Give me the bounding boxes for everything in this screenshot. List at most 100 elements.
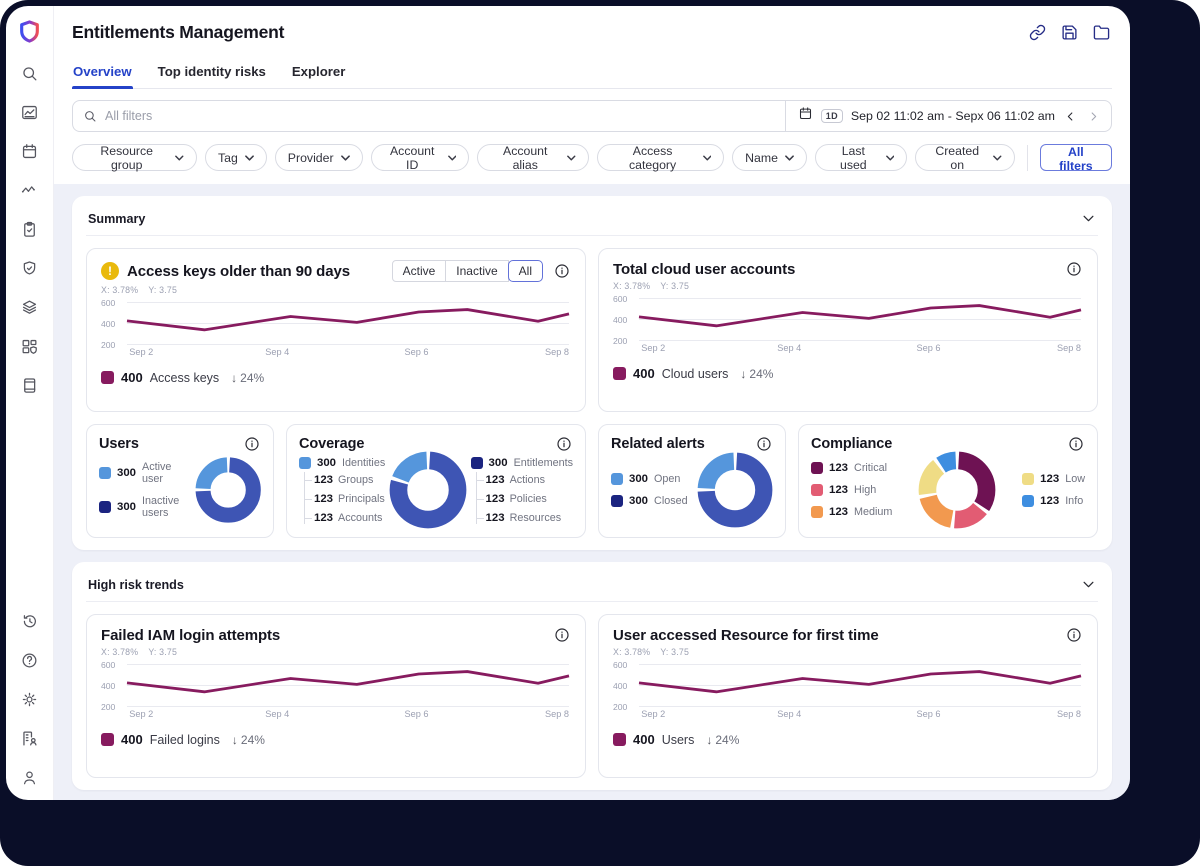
toggle-active[interactable]: Active [391, 260, 447, 282]
search-icon [85, 111, 96, 122]
legend-subitem: 123 Policies [476, 493, 573, 505]
legend-item: 123 Low [1022, 473, 1085, 485]
compliance-donut-chart [918, 451, 996, 529]
analytics-chart-icon[interactable] [19, 101, 41, 123]
chart-coordinates: X: 3.78% Y: 3.75 [613, 281, 690, 291]
sidebar-top-icons [19, 62, 41, 396]
legend-swatch [613, 733, 626, 746]
chevron-left-icon[interactable] [1063, 110, 1078, 123]
tab-overview[interactable]: Overview [72, 56, 133, 89]
legend-item: 123 High [811, 484, 892, 496]
card-title: Access keys older than 90 days [127, 262, 350, 280]
tab-label: Overview [73, 64, 132, 79]
help-icon[interactable] [19, 649, 41, 671]
card-header: ! Access keys older than 90 days Active … [101, 260, 571, 282]
search-box[interactable] [73, 101, 785, 131]
legend-swatch [613, 367, 626, 380]
legend-subtree: 123 Actions 123 Policies 123 Resources [475, 471, 573, 524]
card-title: User accessed Resource for first time [613, 626, 879, 644]
line-chart: 600 400 200 Sep 2 Sep 4 Sep 6 Sep 8 [101, 660, 569, 719]
search-input[interactable] [105, 109, 775, 123]
filter-chip-account-id[interactable]: Account ID [370, 143, 470, 172]
page-title: Entitlements Management [72, 21, 285, 42]
tab-explorer[interactable]: Explorer [291, 56, 347, 88]
legend-item: 300 Open [611, 473, 688, 485]
chart-legend: 400 Users ↓ 24% [613, 732, 1083, 747]
tab-label: Explorer [291, 64, 346, 79]
info-icon[interactable] [553, 262, 571, 280]
title-bar: Entitlements Management [54, 6, 1130, 52]
sidebar [6, 6, 54, 800]
folder-icon[interactable] [1093, 24, 1110, 41]
date-range-picker[interactable]: 1D Sep 02 11:02 am - Sepx 06 11:02 am [784, 101, 1111, 131]
high-risk-section-header: High risk trends [86, 570, 1098, 602]
profile-icon[interactable] [19, 766, 41, 788]
chip-label: Provider [287, 150, 334, 165]
legend-swatch [101, 371, 114, 384]
desktop-background: Entitlements Management Overview Top ide… [0, 0, 1200, 866]
legend-item: 123 Medium [811, 506, 892, 518]
chip-label: Access category [629, 143, 677, 172]
chevron-down-icon[interactable] [1081, 577, 1096, 592]
filter-chip-name[interactable]: Name [732, 144, 807, 171]
calendar-icon[interactable] [19, 140, 41, 162]
all-filters-button[interactable]: All filters [1039, 144, 1112, 173]
donut-legend: 300 Active user 300 Inactive users [99, 461, 195, 519]
chip-label: Account ID [389, 143, 435, 172]
tab-top-identity-risks[interactable]: Top identity risks [157, 56, 267, 88]
filter-chip-last-used[interactable]: Last used [814, 144, 908, 172]
compliance-legend-right: 123 Low 123 Info [1022, 473, 1085, 507]
toggle-all[interactable]: All [507, 260, 543, 282]
date-range-text: Sep 02 11:02 am - Sepx 06 11:02 am [850, 109, 1055, 123]
audit-clipboard-icon[interactable] [19, 218, 41, 240]
link-icon[interactable] [1029, 24, 1046, 41]
card-coverage: Coverage 300 Identities 123 Groups 123 Prin… [286, 424, 586, 538]
card-related-alerts: Related alerts 300 Open 300 Closed [598, 424, 786, 538]
legend-item: 123 Critical [811, 462, 892, 474]
info-icon[interactable] [1067, 435, 1085, 453]
chevron-down-icon[interactable] [1081, 211, 1096, 226]
down-arrow-icon: ↓ [231, 370, 238, 385]
legend-item: 300 Identities [299, 456, 385, 469]
filter-chip-tag[interactable]: Tag [204, 144, 267, 171]
filter-chips-row: Resource group Tag Provider Account ID A… [72, 143, 1112, 173]
dashboard-content: Summary ! Access keys older than 90 days… [54, 184, 1130, 800]
chevron-down-icon [993, 155, 1002, 160]
card-header: Failed IAM login attempts [101, 626, 571, 644]
info-icon[interactable] [755, 435, 773, 453]
chevron-right-icon[interactable] [1086, 110, 1101, 123]
chevron-down-icon [885, 155, 895, 160]
info-icon[interactable] [1065, 260, 1083, 278]
info-icon[interactable] [243, 435, 261, 453]
settings-icon[interactable] [19, 688, 41, 710]
filter-chip-resource-group[interactable]: Resource group [72, 144, 197, 172]
documentation-icon[interactable] [19, 374, 41, 396]
filter-chip-created-on[interactable]: Created on [915, 144, 1015, 172]
summary-section: Summary ! Access keys older than 90 days… [72, 196, 1112, 550]
legend-subitem: 123 Accounts [305, 512, 385, 524]
policy-shield-icon[interactable] [19, 257, 41, 279]
directory-icon[interactable] [19, 727, 41, 749]
down-arrow-icon: ↓ [740, 366, 747, 381]
history-icon[interactable] [19, 610, 41, 632]
filter-chip-provider[interactable]: Provider [274, 144, 363, 171]
info-icon[interactable] [555, 435, 573, 453]
toggle-inactive[interactable]: Inactive [445, 260, 509, 282]
info-icon[interactable] [1065, 626, 1083, 644]
legend-subitem: 123 Groups [305, 474, 385, 486]
layers-icon[interactable] [19, 296, 41, 318]
save-icon[interactable] [1061, 24, 1078, 41]
filter-chip-account-alias[interactable]: Account alias [477, 144, 589, 172]
activity-trend-icon[interactable] [19, 179, 41, 201]
info-icon[interactable] [553, 626, 571, 644]
card-first-access: User accessed Resource for first time X:… [598, 614, 1098, 778]
app-logo-shield-icon[interactable] [17, 18, 43, 44]
sidebar-bottom-icons [19, 610, 41, 788]
inventory-icon[interactable] [19, 335, 41, 357]
chip-label: Name [745, 150, 778, 165]
tab-label: Top identity risks [157, 64, 266, 79]
chevron-down-icon [244, 154, 254, 161]
search-icon[interactable] [19, 62, 41, 84]
legend-subitem: 123 Principals [305, 493, 385, 505]
filter-chip-access-category[interactable]: Access category [596, 143, 725, 172]
